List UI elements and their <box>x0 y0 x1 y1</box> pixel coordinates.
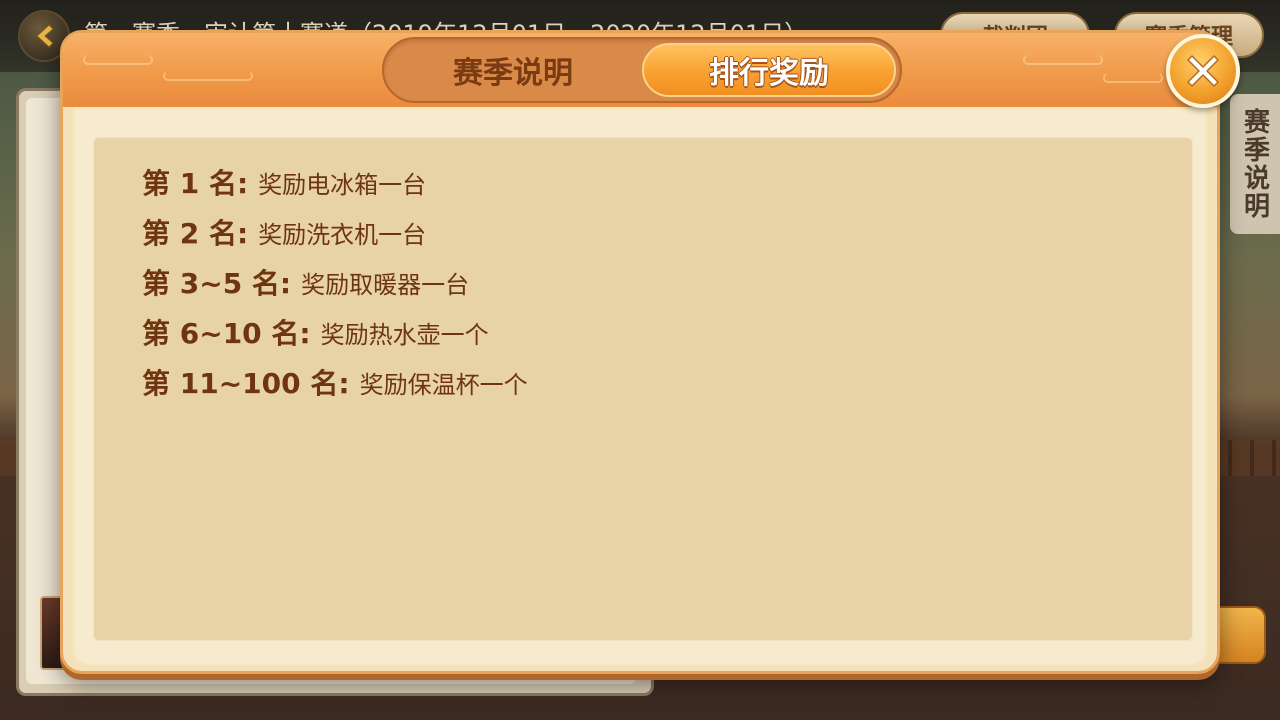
list-item: 第 6~10 名: 奖励热水壶一个 <box>142 312 528 362</box>
reward-rank: 第 1 名: <box>142 167 249 200</box>
header-decoration <box>1023 55 1103 65</box>
rewards-dialog: 第 1 名: 奖励电冰箱一台 第 2 名: 奖励洗衣机一台 第 3~5 名: 奖… <box>60 30 1220 674</box>
reward-list: 第 1 名: 奖励电冰箱一台 第 2 名: 奖励洗衣机一台 第 3~5 名: 奖… <box>142 162 528 412</box>
rewards-content: 第 1 名: 奖励电冰箱一台 第 2 名: 奖励洗衣机一台 第 3~5 名: 奖… <box>93 137 1193 641</box>
side-tab-season-info[interactable]: 赛季说明 <box>1230 94 1280 234</box>
list-item: 第 11~100 名: 奖励保温杯一个 <box>142 362 528 412</box>
tab-season-info[interactable]: 赛季说明 <box>388 43 638 97</box>
reward-prize: 奖励电冰箱一台 <box>258 171 427 199</box>
reward-prize: 奖励热水壶一个 <box>320 321 489 349</box>
reward-rank: 第 6~10 名: <box>142 317 311 350</box>
header-decoration <box>163 71 253 81</box>
header-decoration <box>83 55 153 65</box>
tab-group: 赛季说明 排行奖励 <box>382 37 902 103</box>
reward-rank: 第 11~100 名: <box>142 367 350 400</box>
header-decoration <box>1103 73 1163 83</box>
reward-rank: 第 2 名: <box>142 217 249 250</box>
close-button[interactable] <box>1166 34 1240 108</box>
reward-prize: 奖励保温杯一个 <box>359 371 528 399</box>
dialog-body: 第 1 名: 奖励电冰箱一台 第 2 名: 奖励洗衣机一台 第 3~5 名: 奖… <box>73 107 1207 665</box>
reward-prize: 奖励取暖器一台 <box>301 271 470 299</box>
reward-prize: 奖励洗衣机一台 <box>258 221 427 249</box>
list-item: 第 1 名: 奖励电冰箱一台 <box>142 162 528 212</box>
close-icon <box>1187 55 1219 87</box>
back-arrow-icon <box>36 24 54 48</box>
list-item: 第 2 名: 奖励洗衣机一台 <box>142 212 528 262</box>
reward-rank: 第 3~5 名: <box>142 267 292 300</box>
list-item: 第 3~5 名: 奖励取暖器一台 <box>142 262 528 312</box>
tab-ranking-rewards[interactable]: 排行奖励 <box>642 43 896 97</box>
